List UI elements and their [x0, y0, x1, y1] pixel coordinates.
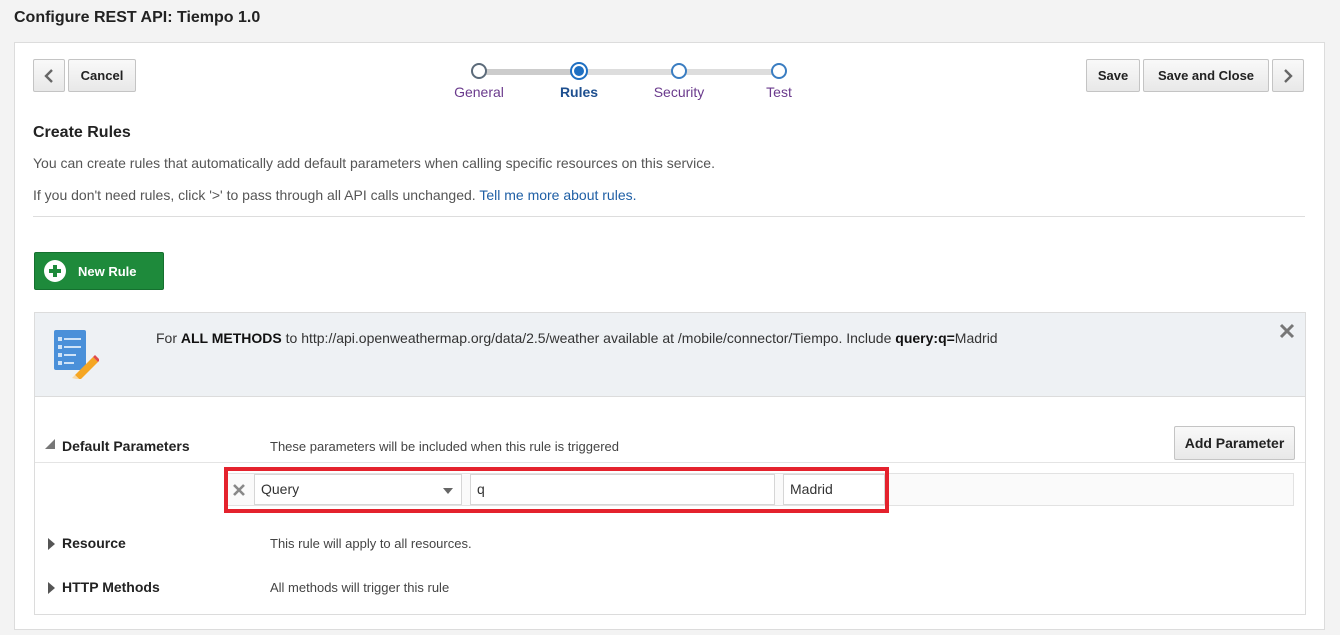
train-stop-rules[interactable]: [572, 64, 586, 78]
page-title: Configure REST API: Tiempo 1.0: [14, 9, 261, 26]
expand-triangle-icon[interactable]: [48, 582, 55, 594]
summary-value: Madrid: [954, 330, 998, 346]
train-label-test[interactable]: Test: [739, 84, 819, 100]
save-button[interactable]: Save: [1086, 59, 1140, 92]
parameter-type-select[interactable]: Query: [254, 474, 462, 505]
collapse-triangle-icon[interactable]: [45, 439, 55, 449]
expand-triangle-icon[interactable]: [48, 538, 55, 550]
resource-label[interactable]: Resource: [62, 535, 126, 551]
rule-header: For ALL METHODS to http://api.openweathe…: [35, 313, 1305, 397]
dropdown-caret-icon: [443, 488, 453, 494]
tell-me-more-link[interactable]: Tell me more about rules.: [479, 187, 636, 203]
parameter-type-value: Query: [261, 481, 300, 497]
parameter-name-input[interactable]: q: [470, 474, 775, 505]
train-progress-line: [481, 69, 581, 75]
default-parameters-label[interactable]: Default Parameters: [62, 438, 190, 454]
back-button[interactable]: [33, 59, 65, 92]
train-label-general[interactable]: General: [439, 84, 519, 100]
params-divider: [35, 462, 1305, 463]
train-stop-general[interactable]: [471, 63, 487, 79]
save-and-close-button[interactable]: Save and Close: [1143, 59, 1269, 92]
new-rule-button[interactable]: New Rule: [34, 252, 164, 290]
http-methods-label[interactable]: HTTP Methods: [62, 579, 160, 595]
plus-circle-icon: [44, 260, 66, 282]
rules-description: You can create rules that automatically …: [33, 155, 715, 171]
chevron-left-icon: [44, 68, 53, 83]
main-panel: Cancel General Rules Security Test Save …: [14, 42, 1325, 630]
summary-endpoint: to http://api.openweathermap.org/data/2.…: [285, 330, 892, 346]
summary-methods: ALL METHODS: [180, 330, 282, 346]
rule-document-icon: [54, 330, 99, 379]
rules-passthrough-note: If you don't need rules, click '>' to pa…: [33, 187, 637, 203]
new-rule-label: New Rule: [78, 263, 137, 279]
parameter-row: Query q Madrid: [226, 473, 1294, 506]
train-stop-security[interactable]: [671, 63, 687, 79]
summary-prefix: For: [156, 330, 177, 346]
train-stop-test[interactable]: [771, 63, 787, 79]
summary-param: query:q=: [895, 330, 955, 346]
resource-desc: This rule will apply to all resources.: [270, 536, 472, 551]
section-divider: [33, 216, 1305, 217]
rule-summary: For ALL METHODS to http://api.openweathe…: [156, 330, 998, 346]
cancel-button[interactable]: Cancel: [68, 59, 136, 92]
train-label-rules[interactable]: Rules: [539, 84, 619, 100]
passthrough-text: If you don't need rules, click '>' to pa…: [33, 187, 476, 203]
parameter-value-input[interactable]: Madrid: [783, 474, 885, 505]
add-parameter-button[interactable]: Add Parameter: [1174, 426, 1295, 460]
http-methods-desc: All methods will trigger this rule: [270, 580, 450, 595]
remove-parameter-icon[interactable]: [232, 483, 246, 497]
train-label-security[interactable]: Security: [639, 84, 719, 100]
wizard-train: General Rules Security Test: [435, 61, 795, 103]
rule-card: For ALL METHODS to http://api.openweathe…: [34, 312, 1306, 615]
section-title: Create Rules: [33, 124, 131, 141]
chevron-right-icon: [1284, 68, 1293, 83]
default-parameters-desc: These parameters will be included when t…: [270, 439, 620, 454]
delete-rule-icon[interactable]: [1279, 323, 1295, 339]
next-button[interactable]: [1272, 59, 1304, 92]
